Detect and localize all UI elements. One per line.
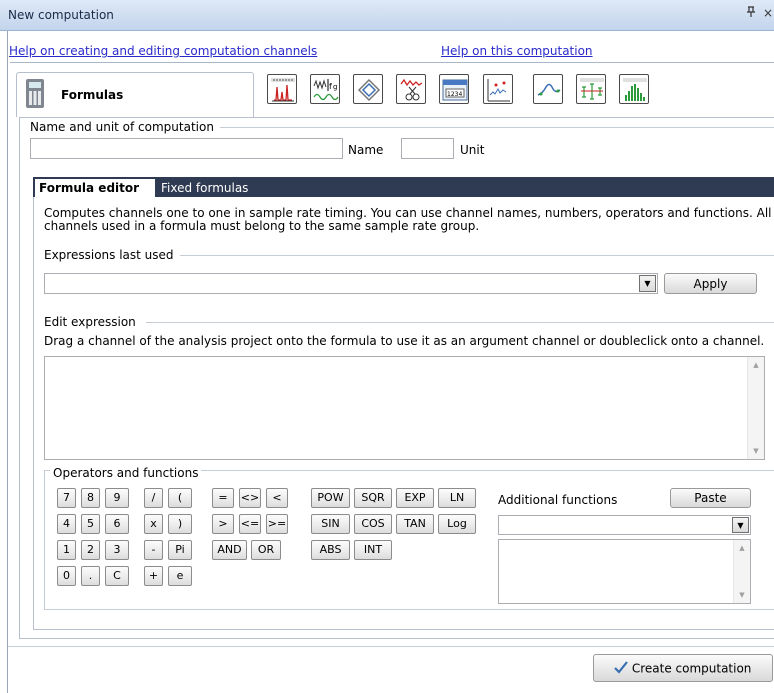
svg-text:f: f: [329, 82, 332, 91]
name-unit-group-line: [220, 127, 774, 128]
tab-fixed-formulas[interactable]: Fixed formulas: [161, 181, 248, 195]
statistics-icon[interactable]: [576, 74, 606, 104]
key-open-paren[interactable]: (: [168, 488, 192, 508]
cycle-icon[interactable]: [353, 74, 383, 104]
title-bar: New computation ×: [0, 0, 774, 31]
window-title: New computation: [8, 8, 114, 22]
calculator-icon: [26, 79, 44, 108]
key-9[interactable]: 9: [105, 488, 129, 508]
close-icon[interactable]: ×: [763, 6, 773, 20]
key-int[interactable]: INT: [354, 540, 392, 560]
key-minus[interactable]: -: [144, 540, 163, 560]
scroll-up-icon[interactable]: ▲: [734, 540, 750, 556]
key-less[interactable]: <: [266, 488, 288, 508]
key-6[interactable]: 6: [105, 514, 129, 534]
key-sqr[interactable]: SQR: [354, 488, 392, 508]
edit-expr-group-line: [146, 322, 774, 323]
window-left-edge: [7, 31, 8, 693]
svg-text:1234: 1234: [447, 91, 462, 98]
key-greater[interactable]: >: [212, 514, 234, 534]
last-used-legend: Expressions last used: [44, 248, 177, 262]
last-used-group-line: [180, 255, 774, 256]
name-input[interactable]: [30, 138, 343, 159]
additional-functions-list[interactable]: ▲ ▼: [498, 539, 751, 604]
key-or[interactable]: OR: [251, 540, 281, 560]
key-8[interactable]: 8: [81, 488, 100, 508]
waveform-fg-icon[interactable]: fg: [310, 74, 340, 104]
scatter-icon[interactable]: [483, 74, 513, 104]
additional-functions-label: Additional functions: [498, 493, 618, 507]
paste-button[interactable]: Paste: [670, 488, 751, 508]
cut-icon[interactable]: [396, 74, 426, 104]
key-log[interactable]: Log: [438, 514, 476, 534]
key-multiply[interactable]: x: [144, 514, 163, 534]
edit-expr-legend: Edit expression: [44, 315, 139, 329]
spectrum-icon[interactable]: [267, 74, 297, 104]
key-abs[interactable]: ABS: [311, 540, 350, 560]
unit-label: Unit: [460, 143, 485, 157]
key-not-equal[interactable]: <>: [239, 488, 261, 508]
last-used-combo[interactable]: ▼: [44, 273, 658, 294]
key-tan[interactable]: TAN: [396, 514, 434, 534]
footer-separator: [8, 646, 774, 647]
key-equal[interactable]: =: [212, 488, 234, 508]
key-clear[interactable]: C: [105, 566, 129, 586]
help-computation-link[interactable]: Help on this computation: [441, 44, 593, 58]
key-e[interactable]: e: [168, 566, 192, 586]
name-label: Name: [348, 143, 384, 157]
pin-icon[interactable]: [746, 6, 756, 21]
key-2[interactable]: 2: [81, 540, 100, 560]
key-and[interactable]: AND: [212, 540, 247, 560]
key-sin[interactable]: SIN: [311, 514, 350, 534]
unit-input[interactable]: [401, 138, 454, 159]
edit-expr-hint: Drag a channel of the analysis project o…: [44, 334, 765, 348]
key-ln[interactable]: LN: [438, 488, 476, 508]
key-divide[interactable]: /: [144, 488, 163, 508]
key-pi[interactable]: Pi: [168, 540, 192, 560]
curve-icon[interactable]: [533, 74, 563, 104]
description-text: Computes channels one to one in sample r…: [44, 207, 772, 233]
key-pow[interactable]: POW: [311, 488, 350, 508]
key-decimal[interactable]: .: [81, 566, 100, 586]
svg-text:g: g: [333, 83, 337, 91]
scroll-down-icon[interactable]: ▼: [748, 443, 764, 459]
expression-textarea[interactable]: ▲ ▼: [44, 356, 765, 460]
key-less-equal[interactable]: <=: [239, 514, 261, 534]
key-1[interactable]: 1: [57, 540, 76, 560]
create-computation-button[interactable]: Create computation: [593, 654, 773, 682]
checkmark-icon: [614, 660, 628, 677]
apply-button[interactable]: Apply: [664, 273, 757, 294]
scroll-up-icon[interactable]: ▲: [748, 357, 764, 373]
help-channels-link[interactable]: Help on creating and editing computation…: [9, 44, 317, 58]
create-computation-label: Create computation: [631, 661, 752, 675]
histogram-icon[interactable]: [619, 74, 649, 104]
expression-scrollbar[interactable]: ▲ ▼: [747, 357, 764, 459]
dropdown-arrow-icon[interactable]: ▼: [732, 517, 749, 533]
additional-functions-scrollbar[interactable]: ▲ ▼: [733, 540, 750, 603]
separator: [10, 62, 774, 63]
name-unit-legend: Name and unit of computation: [30, 120, 217, 134]
operators-legend: Operators and functions: [50, 466, 202, 480]
numeric-display-icon[interactable]: 1234: [439, 74, 469, 104]
tab-formulas-label: Formulas: [61, 88, 124, 102]
key-close-paren[interactable]: ): [168, 514, 192, 534]
scroll-down-icon[interactable]: ▼: [734, 587, 750, 603]
key-4[interactable]: 4: [57, 514, 76, 534]
key-exp[interactable]: EXP: [396, 488, 434, 508]
key-cos[interactable]: COS: [354, 514, 392, 534]
key-plus[interactable]: +: [144, 566, 163, 586]
tab-formula-editor[interactable]: Formula editor: [35, 179, 155, 197]
key-greater-equal[interactable]: >=: [266, 514, 288, 534]
key-5[interactable]: 5: [81, 514, 100, 534]
key-7[interactable]: 7: [57, 488, 76, 508]
key-0[interactable]: 0: [57, 566, 76, 586]
tab-formulas[interactable]: Formulas: [16, 72, 254, 117]
dropdown-arrow-icon[interactable]: ▼: [639, 275, 656, 292]
additional-functions-combo[interactable]: ▼: [498, 515, 751, 535]
key-3[interactable]: 3: [105, 540, 129, 560]
